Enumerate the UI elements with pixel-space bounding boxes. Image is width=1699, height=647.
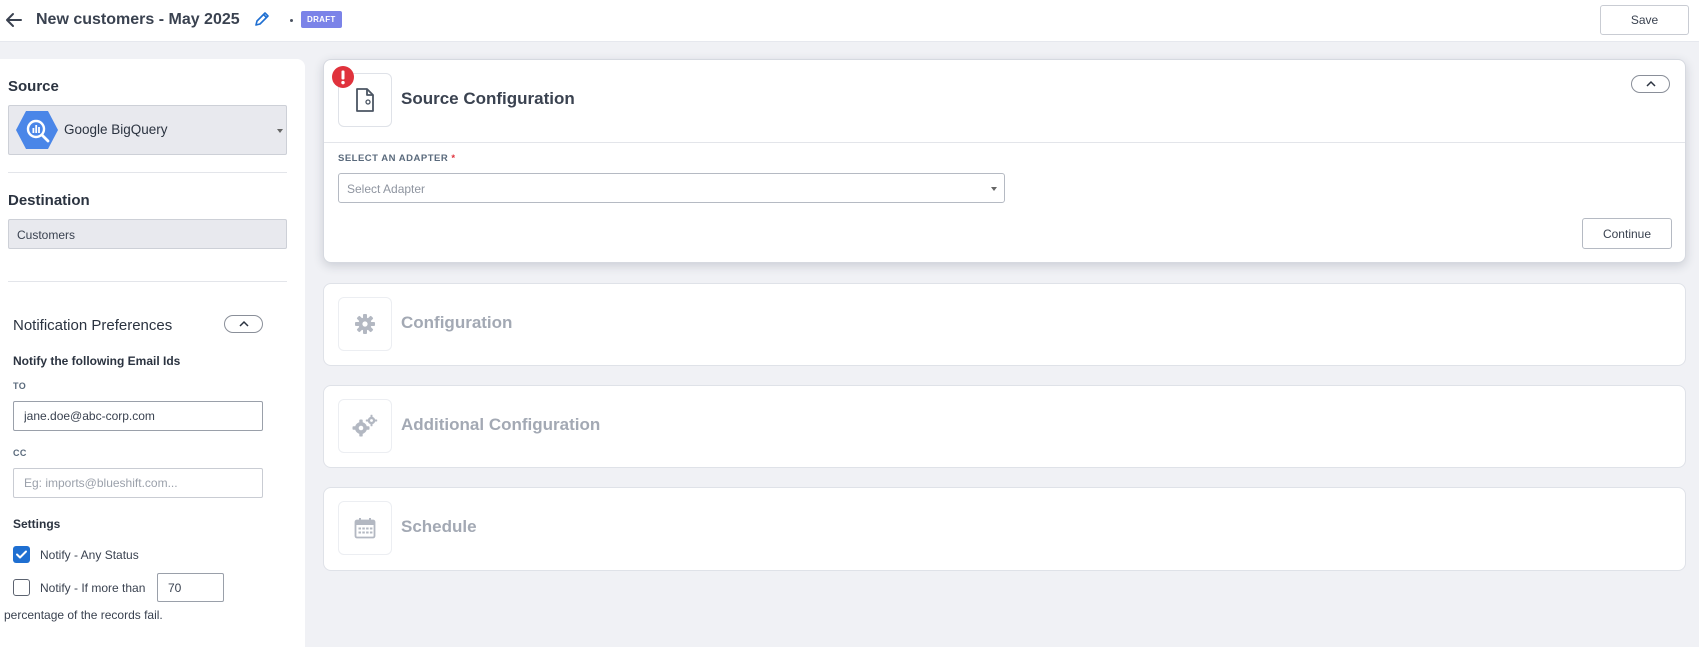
- settings-label: Settings: [13, 517, 61, 531]
- arrow-left-icon[interactable]: [4, 10, 24, 30]
- additional-config-title: Additional Configuration: [401, 415, 601, 434]
- exclamation-icon: [332, 66, 354, 88]
- additional-configuration-card[interactable]: Additional Configuration: [323, 385, 1686, 468]
- source-configuration-card: Source Configuration SELECT AN ADAPTER *…: [323, 59, 1686, 263]
- chevron-up-icon: [1646, 80, 1656, 87]
- bigquery-icon: [16, 111, 58, 149]
- notify-heading: Notify the following Email Ids: [13, 354, 181, 368]
- check-icon: [16, 550, 27, 559]
- source-label: Source: [8, 78, 59, 95]
- configuration-card[interactable]: Configuration: [323, 283, 1686, 366]
- cc-label: CC: [13, 448, 27, 458]
- save-button[interactable]: Save: [1600, 5, 1689, 35]
- schedule-icon-box: [338, 501, 392, 555]
- configuration-title: Configuration: [401, 313, 513, 332]
- notification-title: Notification Preferences: [13, 317, 173, 334]
- divider: [8, 172, 287, 173]
- chevron-down-icon: [277, 129, 283, 133]
- notify-more-than-checkbox[interactable]: [13, 579, 30, 596]
- chevron-down-icon: [991, 187, 997, 191]
- collapse-source-config-button[interactable]: [1631, 75, 1670, 93]
- schedule-card[interactable]: Schedule: [323, 487, 1686, 571]
- schedule-title: Schedule: [401, 517, 477, 536]
- source-select[interactable]: Google BigQuery: [8, 105, 287, 155]
- collapse-notifications-button[interactable]: [224, 315, 263, 333]
- page-title: New customers - May 2025: [36, 11, 240, 28]
- configuration-icon-box: [338, 297, 392, 351]
- destination-field: Customers: [8, 219, 287, 249]
- sidebar: Source Google BigQuery Destination Custo…: [0, 59, 305, 647]
- divider: [8, 281, 287, 282]
- gears-icon: [352, 414, 378, 437]
- source-value: Google BigQuery: [64, 122, 168, 137]
- required-marker: *: [451, 153, 456, 164]
- pencil-icon[interactable]: [254, 11, 270, 27]
- adapter-label-text: SELECT AN ADAPTER: [338, 153, 449, 164]
- notify-more-than-label: Notify - If more than: [40, 581, 146, 595]
- continue-button[interactable]: Continue: [1582, 218, 1672, 249]
- divider: [324, 142, 1685, 143]
- notify-any-status-label: Notify - Any Status: [40, 548, 139, 562]
- notify-any-status-checkbox[interactable]: [13, 546, 30, 563]
- to-email-input[interactable]: [13, 401, 263, 431]
- file-icon: [356, 88, 374, 112]
- cc-email-input[interactable]: [13, 468, 263, 498]
- source-config-title: Source Configuration: [401, 89, 575, 108]
- adapter-label: SELECT AN ADAPTER *: [338, 153, 456, 164]
- adapter-placeholder: Select Adapter: [347, 182, 426, 196]
- separator-dot: [290, 19, 293, 22]
- to-label: TO: [13, 381, 27, 391]
- threshold-input[interactable]: [157, 573, 224, 602]
- adapter-select[interactable]: Select Adapter: [338, 173, 1005, 203]
- destination-label: Destination: [8, 192, 90, 209]
- additional-config-icon-box: [338, 399, 392, 453]
- gear-icon: [355, 314, 375, 334]
- chevron-up-icon: [239, 320, 249, 327]
- calendar-icon: [354, 518, 376, 539]
- status-badge: DRAFT: [301, 11, 342, 28]
- percentage-text: percentage of the records fail.: [4, 608, 163, 622]
- top-bar: New customers - May 2025 DRAFT Save: [0, 0, 1699, 42]
